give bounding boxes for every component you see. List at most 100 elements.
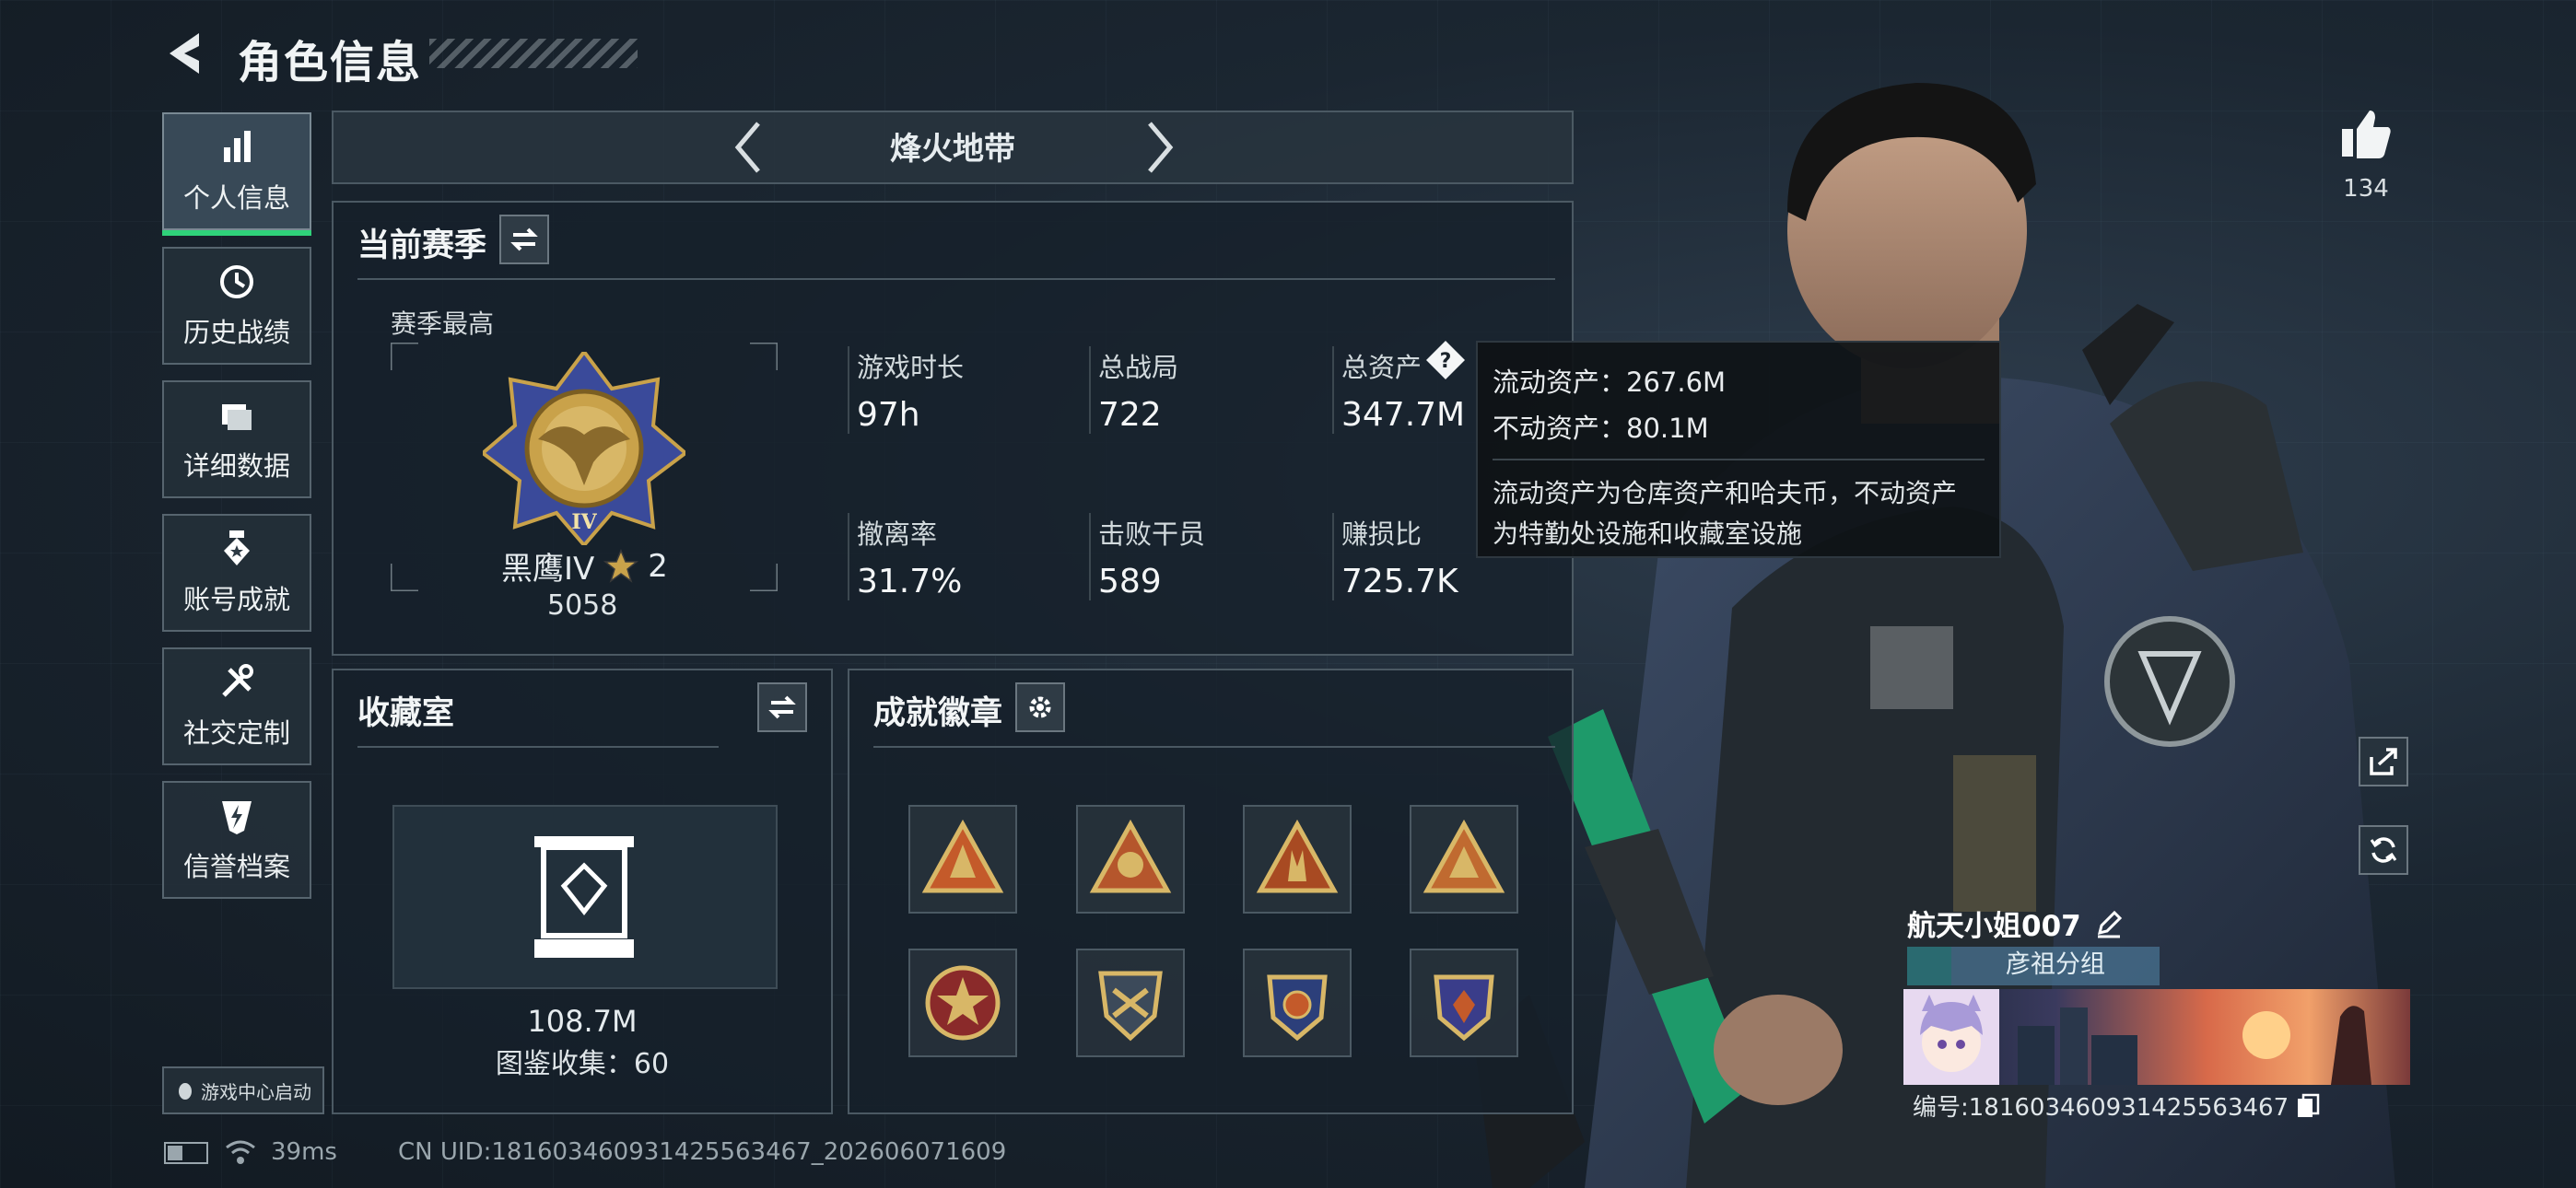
refresh-icon (2370, 837, 2397, 863)
sidebar-item-label: 信誉档案 (182, 851, 290, 882)
group-tag: 彦祖分组 (1907, 947, 2160, 985)
banner-scenery (2018, 1006, 2371, 1085)
chevron-right-icon[interactable] (1141, 120, 1177, 175)
refresh-button[interactable] (2359, 825, 2408, 875)
player-id-row: 编号:181603460931425563467 (1913, 1089, 2320, 1123)
avatar[interactable] (1903, 989, 1999, 1085)
display-case-icon (534, 836, 634, 958)
launch-badge-text: 游戏中心启动 (201, 1080, 311, 1103)
tooltip-fixed-assets: 不动资产：80.1M (1493, 413, 1709, 444)
stat-value: 347.7M (1341, 396, 1466, 434)
share-icon (2370, 748, 2397, 775)
rank-name-row: 黑鹰IV 2 (501, 543, 668, 588)
chevron-left-icon[interactable] (731, 120, 767, 175)
stat-label: 击败干员 (1098, 518, 1206, 550)
share-button[interactable] (2359, 737, 2408, 786)
battery-icon (164, 1142, 208, 1164)
rank-stars: 2 (648, 547, 668, 585)
svg-text:?: ? (1440, 350, 1452, 373)
tooltip-description-line: 流动资产为仓库资产和哈夫币，不动资产 (1493, 478, 1958, 508)
sidebar-item-label: 个人信息 (182, 182, 290, 214)
swap-icon (768, 695, 796, 719)
triangle-badge-icon (1256, 819, 1339, 893)
stat-value: 725.7K (1341, 563, 1458, 600)
sidebar-item-label: 社交定制 (182, 717, 290, 749)
rank-emblem-icon: IV (483, 352, 685, 545)
achievement-badge[interactable] (1410, 949, 1518, 1057)
rank-score: 5058 (547, 589, 618, 622)
stat-value: 97h (857, 396, 920, 434)
penguin-icon (179, 1083, 192, 1100)
player-id: 编号:181603460931425563467 (1913, 1094, 2289, 1122)
sidebar-item-social-custom[interactable]: 社交定制 (162, 647, 311, 765)
stat-kills: 击败干员 589 (1089, 513, 1205, 600)
triangle-badge-icon (921, 819, 1004, 893)
stat-label: 撤离率 (857, 518, 938, 550)
sidebar-item-personal-info[interactable]: 个人信息 (162, 112, 311, 236)
achievement-badge[interactable] (1076, 805, 1185, 914)
sidebar-item-label: 详细数据 (182, 450, 290, 482)
sidebar-item-achievements[interactable]: 账号成就 (162, 514, 311, 632)
divider (873, 746, 1555, 748)
folder-icon (222, 404, 252, 430)
player-banner (1903, 989, 2410, 1085)
achievement-badge[interactable] (908, 949, 1017, 1057)
group-name: 彦祖分组 (1951, 947, 2160, 985)
page-title: 角色信息 (238, 37, 423, 88)
achievement-badge[interactable] (1243, 805, 1352, 914)
divider (357, 746, 719, 748)
swap-icon (510, 227, 538, 251)
svg-text:IV: IV (571, 510, 597, 534)
uid-display: CN UID:181603460931425563467_20260607160… (398, 1138, 1007, 1166)
collection-catalog: 图鉴收集：60 (495, 1048, 670, 1080)
tooltip-liquid-assets: 流动资产：267.6M (1493, 367, 1727, 398)
stat-label: 总战局 (1098, 352, 1179, 383)
mode-title: 烽火地带 (890, 131, 1015, 168)
help-question-icon[interactable]: ? (1424, 339, 1467, 381)
stat-value: 722 (1098, 396, 1162, 434)
sidebar-item-detailed-data[interactable]: 详细数据 (162, 380, 311, 498)
shield-bolt-icon (222, 801, 252, 834)
gear-icon (1029, 696, 1051, 718)
achievement-badge[interactable] (1076, 949, 1185, 1057)
season-switch-button[interactable] (499, 215, 549, 264)
achievement-badge[interactable] (1243, 949, 1352, 1057)
thumbs-up-icon[interactable] (2338, 107, 2394, 162)
star-icon (603, 548, 639, 583)
avatar-character-icon (1920, 995, 1983, 1072)
divider (357, 278, 1555, 280)
stat-total-matches: 总战局 722 (1089, 346, 1178, 434)
achievement-badge[interactable] (1410, 805, 1518, 914)
edit-pencil-icon[interactable] (2094, 909, 2124, 938)
stat-label: 赚损比 (1341, 518, 1423, 550)
season-best-label: 赛季最高 (391, 309, 495, 339)
asset-tooltip: 流动资产：267.6M 不动资产：80.1M 流动资产为仓库资产和哈夫币，不动资… (1476, 341, 2001, 558)
star-medal-icon (925, 965, 1001, 1041)
history-clock-icon (220, 265, 253, 298)
collection-switch-button[interactable] (757, 682, 807, 732)
sidebar-item-credit-file[interactable]: 信誉档案 (162, 781, 311, 899)
achievement-medal-icon (224, 530, 250, 565)
season-title: 当前赛季 (357, 227, 487, 264)
triangle-badge-icon (1423, 819, 1505, 893)
game-center-launch-badge: 游戏中心启动 (162, 1066, 324, 1114)
wifi-icon (226, 1140, 255, 1164)
player-name: 航天小姐007 (1907, 910, 2081, 943)
copy-icon[interactable] (2296, 1093, 2320, 1119)
collection-value: 108.7M (527, 1004, 638, 1039)
sidebar-item-history[interactable]: 历史战绩 (162, 247, 311, 365)
achievement-badge[interactable] (908, 805, 1017, 914)
stat-label: 游戏时长 (857, 352, 965, 383)
badges-settings-button[interactable] (1015, 682, 1065, 732)
shield-medal-icon (1434, 974, 1494, 1042)
player-name-row: 航天小姐007 (1907, 903, 2124, 944)
shield-medal-icon (1098, 971, 1163, 1042)
collection-title: 收藏室 (357, 695, 455, 732)
back-arrow-icon[interactable] (162, 28, 208, 79)
like-count: 134 (2343, 175, 2389, 203)
badges-title: 成就徽章 (873, 695, 1003, 732)
triangle-badge-icon (1089, 819, 1172, 893)
tooltip-description-line: 为特勤处设施和收藏室设施 (1493, 518, 1803, 549)
divider (1493, 459, 1985, 460)
sidebar-item-label: 账号成就 (182, 584, 290, 615)
